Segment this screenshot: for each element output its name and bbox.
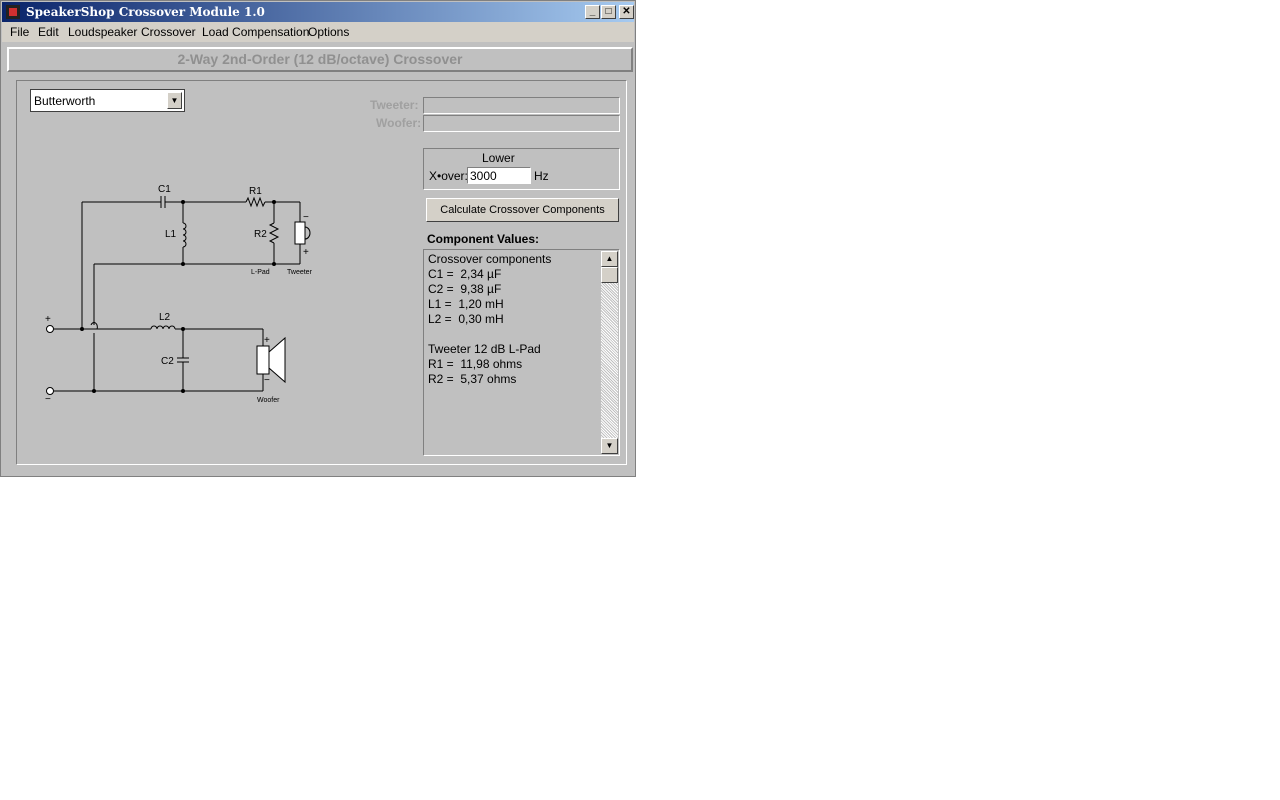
woofer-minus: − bbox=[264, 375, 270, 386]
input-plus: + bbox=[45, 314, 51, 325]
label-woofer: Woofer bbox=[257, 397, 280, 404]
woofer-plus: + bbox=[264, 335, 270, 346]
label-r2: R2 bbox=[254, 229, 267, 240]
tweeter-plus: + bbox=[303, 247, 309, 258]
label-c2: C2 bbox=[161, 356, 174, 367]
label-l2: L2 bbox=[159, 312, 171, 323]
label-tweeter: Tweeter bbox=[287, 269, 313, 276]
crossover-schematic: C1 R1 L1 R2 L2 C2 − + + − + − L-Pad Twee… bbox=[45, 184, 313, 405]
input-minus: − bbox=[45, 394, 51, 405]
app-window: SpeakerShop Crossover Module 1.0 _ □ ✕ F… bbox=[0, 0, 636, 477]
label-r1: R1 bbox=[249, 186, 262, 197]
tweeter-minus: − bbox=[303, 212, 309, 223]
label-l1: L1 bbox=[165, 229, 177, 240]
label-lpad: L-Pad bbox=[251, 269, 270, 276]
label-c1: C1 bbox=[158, 184, 171, 195]
